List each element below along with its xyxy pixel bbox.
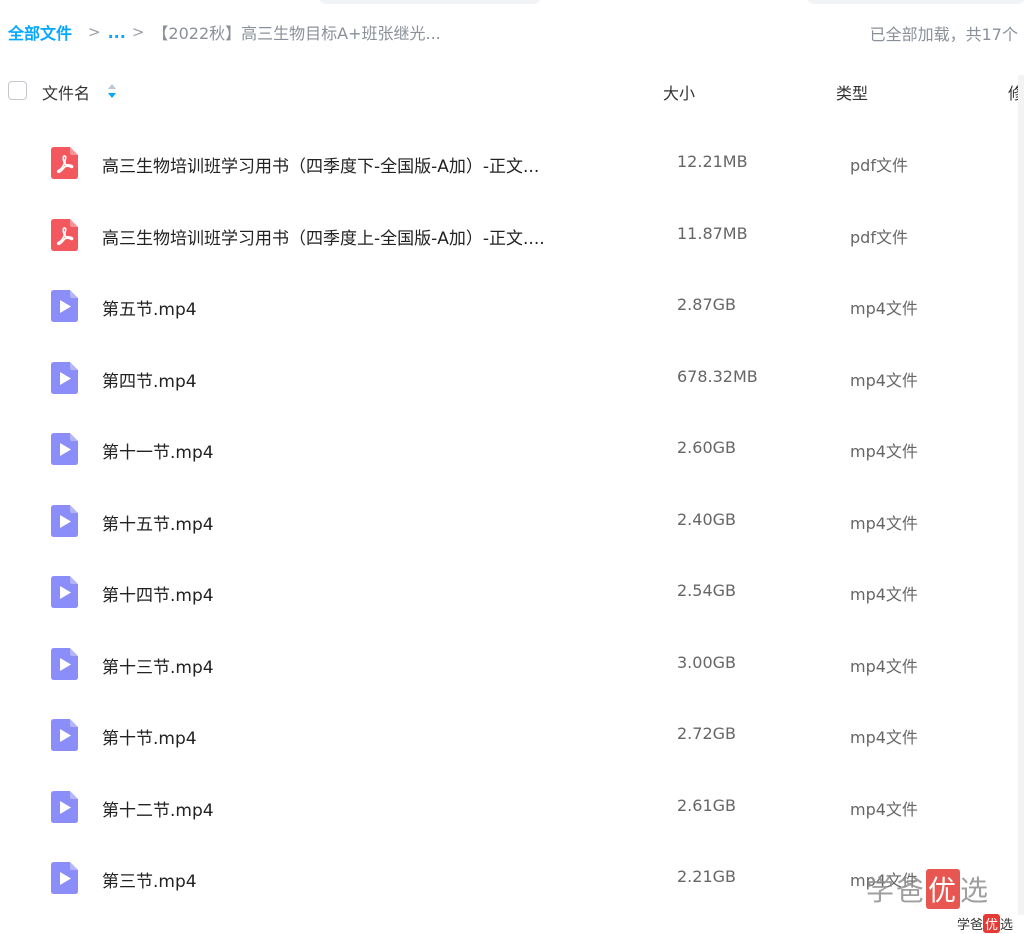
file-name[interactable]: 第十三节.mp4 (102, 653, 214, 678)
file-size: 2.72GB (677, 724, 736, 743)
pdf-icon (51, 218, 78, 251)
file-row[interactable]: 第十四节.mp4 2.54GB mp4文件 2 (0, 556, 1024, 628)
sort-icon[interactable] (107, 82, 117, 100)
file-name[interactable]: 高三生物培训班学习用书（四季度下-全国版-A加）-正文... (102, 152, 539, 177)
file-row[interactable]: 第五节.mp4 2.87GB mp4文件 2 (0, 270, 1024, 342)
file-name[interactable]: 第十节.mp4 (102, 724, 197, 749)
video-icon (51, 862, 78, 894)
watermark-text: 学爸优选 (957, 914, 1013, 933)
load-status: 已全部加载，共17个 (869, 25, 1018, 44)
breadcrumb: 全部文件 > ... > 【2022秋】高三生物目标A+班张继光... (8, 19, 441, 45)
column-header-name[interactable]: 文件名 (42, 80, 90, 104)
file-name[interactable]: 第四节.mp4 (102, 367, 197, 392)
file-name[interactable]: 第十四节.mp4 (102, 581, 214, 606)
file-type: mp4文件 (850, 728, 918, 747)
file-row[interactable]: 第十五节.mp4 2.40GB mp4文件 2 (0, 485, 1024, 557)
file-type: mp4文件 (850, 299, 918, 318)
video-icon (51, 719, 78, 751)
file-name[interactable]: 高三生物培训班学习用书（四季度上-全国版-A加）-正文.... (102, 224, 545, 249)
file-size: 11.87MB (677, 223, 748, 243)
file-type: mp4文件 (850, 656, 918, 676)
file-size: 2.40GB (677, 509, 736, 529)
top-tab-remnant (808, 0, 1024, 4)
file-row[interactable]: 第十节.mp4 2.72GB mp4文件 2 (0, 699, 1024, 771)
breadcrumb-ellipsis[interactable]: ... (108, 23, 126, 42)
video-icon (51, 647, 78, 680)
file-name[interactable]: 第三节.mp4 (102, 867, 197, 892)
breadcrumb-current-folder: 【2022秋】高三生物目标A+班张继光... (152, 24, 441, 43)
file-list: 高三生物培训班学习用书（四季度下-全国版-A加）-正文... 12.21MB p… (0, 127, 1024, 914)
file-size: 12.21MB (677, 152, 748, 171)
video-icon (51, 361, 78, 394)
file-size: 2.60GB (677, 438, 736, 457)
video-icon (51, 576, 78, 608)
file-row[interactable]: 第十一节.mp4 2.60GB mp4文件 2 (0, 413, 1024, 485)
file-size: 678.32MB (677, 366, 758, 386)
column-header-type[interactable]: 类型 (836, 80, 868, 104)
file-name[interactable]: 第十五节.mp4 (102, 510, 214, 535)
chevron-right-icon: > (88, 23, 101, 41)
file-row[interactable]: 高三生物培训班学习用书（四季度上-全国版-A加）-正文.... 11.87MB … (0, 199, 1024, 271)
top-tab-remnant (320, 0, 540, 4)
file-browser: 全部文件 > ... > 【2022秋】高三生物目标A+班张继光... 已全部加… (0, 0, 1024, 934)
watermark-logo: 学爸优选 (866, 869, 990, 909)
file-size: 3.00GB (677, 652, 736, 672)
file-size: 2.87GB (677, 295, 736, 314)
video-icon (51, 433, 78, 465)
file-type: mp4文件 (850, 585, 918, 604)
video-icon (51, 504, 78, 537)
file-row[interactable]: 第十二节.mp4 2.61GB mp4文件 2 (0, 771, 1024, 843)
breadcrumb-root[interactable]: 全部文件 (8, 20, 72, 44)
file-size: 2.61GB (677, 795, 736, 815)
file-type: mp4文件 (850, 442, 918, 461)
select-all-checkbox[interactable] (8, 81, 27, 100)
column-header-size[interactable]: 大小 (663, 80, 695, 104)
file-type: mp4文件 (850, 513, 918, 533)
file-name[interactable]: 第十一节.mp4 (102, 438, 214, 463)
scrollbar[interactable] (1018, 75, 1024, 915)
file-row[interactable]: 第四节.mp4 678.32MB mp4文件 2 (0, 342, 1024, 414)
file-name[interactable]: 第十二节.mp4 (102, 796, 214, 821)
chevron-right-icon: > (131, 23, 145, 41)
file-size: 2.21GB (677, 867, 736, 886)
file-size: 2.54GB (677, 581, 736, 600)
file-type: mp4文件 (850, 799, 918, 819)
file-row[interactable]: 高三生物培训班学习用书（四季度下-全国版-A加）-正文... 12.21MB p… (0, 127, 1024, 199)
video-icon (51, 790, 78, 823)
file-type: mp4文件 (850, 370, 918, 390)
file-type: pdf文件 (850, 156, 908, 175)
list-header: 文件名 大小 类型 修 (0, 72, 1024, 110)
file-name[interactable]: 第五节.mp4 (102, 295, 197, 320)
file-row[interactable]: 第十三节.mp4 3.00GB mp4文件 2 (0, 628, 1024, 700)
pdf-icon (51, 147, 78, 179)
video-icon (51, 290, 78, 322)
file-type: pdf文件 (850, 227, 908, 247)
